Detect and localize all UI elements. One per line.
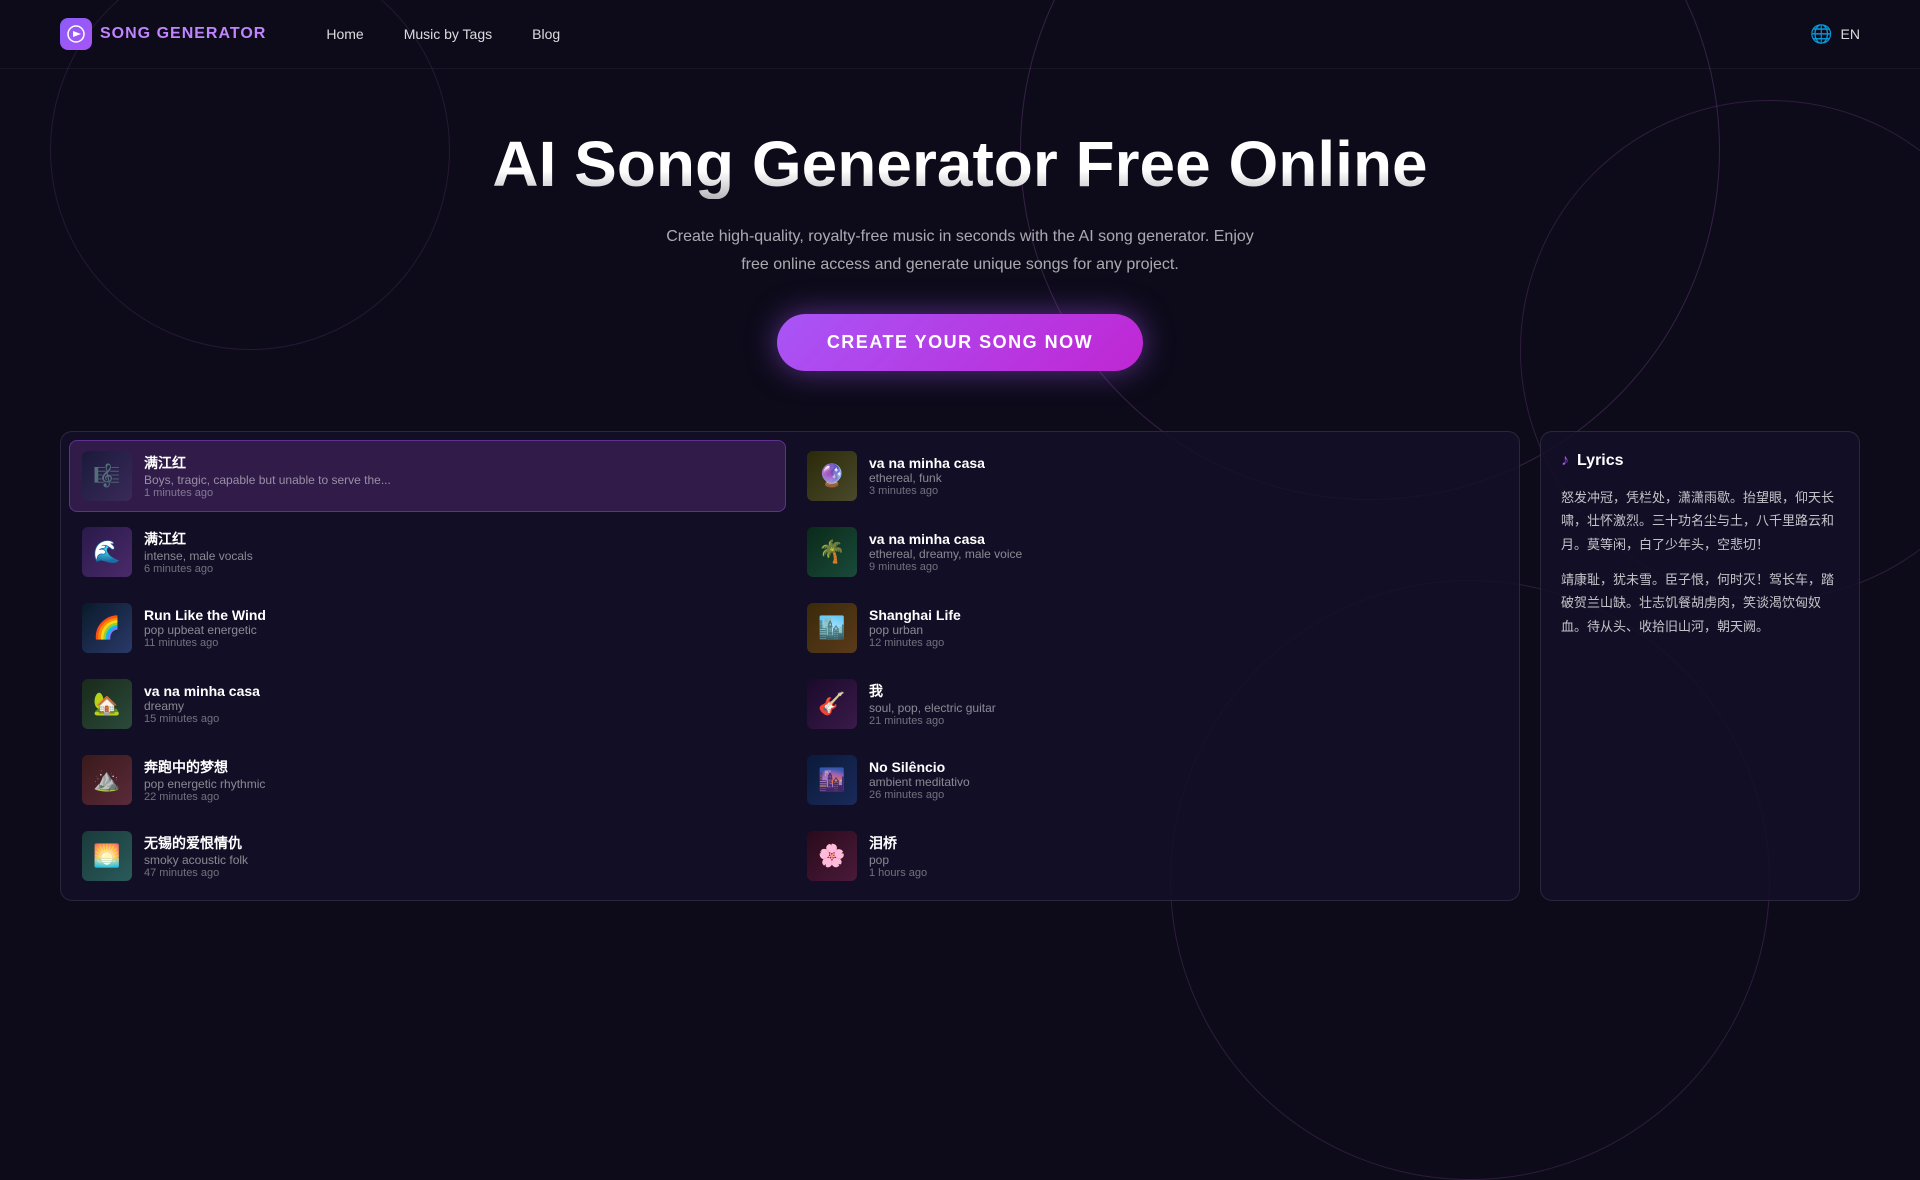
lyrics-paragraph: 怒发冲冠，凭栏处，潇潇雨歇。抬望眼，仰天长啸，壮怀激烈。三十功名尘与土，八千里路… (1561, 486, 1839, 556)
song-title: 泪桥 (869, 833, 1498, 853)
lyrics-content: 怒发冲冠，凭栏处，潇潇雨歇。抬望眼，仰天长啸，壮怀激烈。三十功名尘与土，八千里路… (1561, 486, 1839, 638)
song-thumb: 🌸 (807, 831, 857, 881)
song-title: 满江红 (144, 529, 773, 549)
song-title: 奔跑中的梦想 (144, 757, 773, 777)
song-info: va na minha casa dreamy 15 minutes ago (144, 683, 773, 725)
song-time: 12 minutes ago (869, 637, 1498, 649)
song-info: va na minha casa ethereal, dreamy, male … (869, 531, 1498, 573)
song-thumb: 🏡 (82, 679, 132, 729)
song-time: 15 minutes ago (144, 713, 773, 725)
song-item-left-5[interactable]: 🌅 无锡的爱恨情仇 smoky acoustic folk 47 minutes… (69, 820, 786, 892)
nav-music-by-tags[interactable]: Music by Tags (404, 26, 492, 42)
song-tags: ambient meditativo (869, 775, 1498, 789)
hero-section: AI Song Generator Free Online Create hig… (0, 69, 1920, 411)
song-tags: pop energetic rhythmic (144, 777, 773, 791)
song-info: Run Like the Wind pop upbeat energetic 1… (144, 607, 773, 649)
song-info: 满江红 intense, male vocals 6 minutes ago (144, 529, 773, 575)
song-item-left-2[interactable]: 🌈 Run Like the Wind pop upbeat energetic… (69, 592, 786, 664)
globe-icon: 🌐 (1810, 24, 1832, 45)
song-time: 47 minutes ago (144, 867, 773, 879)
song-title: 无锡的爱恨情仇 (144, 833, 773, 853)
song-time: 1 minutes ago (144, 487, 773, 499)
hero-title: AI Song Generator Free Online (20, 129, 1900, 199)
nav-links: Home Music by Tags Blog (326, 26, 1810, 42)
song-item-right-1[interactable]: 🌴 va na minha casa ethereal, dreamy, mal… (794, 516, 1511, 588)
song-item-left-3[interactable]: 🏡 va na minha casa dreamy 15 minutes ago (69, 668, 786, 740)
song-tags: pop upbeat energetic (144, 623, 773, 637)
lyrics-header: ♪ Lyrics (1561, 452, 1839, 470)
song-columns: 🎼 满江红 Boys, tragic, capable but unable t… (69, 440, 1511, 892)
song-time: 11 minutes ago (144, 637, 773, 649)
lyrics-paragraph: 靖康耻，犹未雪。臣子恨，何时灭！驾长车，踏破贺兰山缺。壮志饥餐胡虏肉，笑谈渴饮匈… (1561, 568, 1839, 638)
song-thumb: 🎸 (807, 679, 857, 729)
cta-button[interactable]: CREATE YOUR SONG NOW (777, 314, 1143, 371)
nav-right: 🌐 EN (1810, 24, 1860, 45)
lyrics-icon: ♪ (1561, 452, 1569, 470)
song-title: va na minha casa (869, 455, 1498, 471)
song-list-container: 🎼 满江红 Boys, tragic, capable but unable t… (60, 431, 1520, 901)
song-title: Shanghai Life (869, 607, 1498, 623)
logo-text: SONG GENERATOR (100, 25, 266, 43)
song-tags: soul, pop, electric guitar (869, 701, 1498, 715)
navbar: SONG GENERATOR Home Music by Tags Blog 🌐… (0, 0, 1920, 69)
song-thumb: 🏙️ (807, 603, 857, 653)
song-tags: dreamy (144, 699, 773, 713)
main-content: 🎼 满江红 Boys, tragic, capable but unable t… (0, 411, 1920, 921)
song-thumb: 🌊 (82, 527, 132, 577)
song-tags: ethereal, dreamy, male voice (869, 547, 1498, 561)
song-item-left-4[interactable]: ⛰️ 奔跑中的梦想 pop energetic rhythmic 22 minu… (69, 744, 786, 816)
song-time: 6 minutes ago (144, 563, 773, 575)
song-thumb: 🌴 (807, 527, 857, 577)
song-time: 1 hours ago (869, 867, 1498, 879)
song-time: 21 minutes ago (869, 715, 1498, 727)
song-tags: Boys, tragic, capable but unable to serv… (144, 473, 773, 487)
logo[interactable]: SONG GENERATOR (60, 18, 266, 50)
song-tags: pop (869, 853, 1498, 867)
song-title: Run Like the Wind (144, 607, 773, 623)
song-info: Shanghai Life pop urban 12 minutes ago (869, 607, 1498, 649)
song-info: 满江红 Boys, tragic, capable but unable to … (144, 453, 773, 499)
song-column-right: 🔮 va na minha casa ethereal, funk 3 minu… (794, 440, 1511, 892)
song-thumb: 🎼 (82, 451, 132, 501)
song-tags: intense, male vocals (144, 549, 773, 563)
song-time: 26 minutes ago (869, 789, 1498, 801)
song-tags: ethereal, funk (869, 471, 1498, 485)
song-column-left: 🎼 满江红 Boys, tragic, capable but unable t… (69, 440, 786, 892)
song-info: 无锡的爱恨情仇 smoky acoustic folk 47 minutes a… (144, 833, 773, 879)
song-info: 泪桥 pop 1 hours ago (869, 833, 1498, 879)
lang-label[interactable]: EN (1841, 26, 1860, 42)
song-thumb: ⛰️ (82, 755, 132, 805)
song-title: No Silêncio (869, 759, 1498, 775)
nav-home[interactable]: Home (326, 26, 363, 42)
nav-blog[interactable]: Blog (532, 26, 560, 42)
song-thumb: 🌈 (82, 603, 132, 653)
song-thumb: 🌆 (807, 755, 857, 805)
song-tags: pop urban (869, 623, 1498, 637)
song-info: 我 soul, pop, electric guitar 21 minutes … (869, 681, 1498, 727)
song-item-right-2[interactable]: 🏙️ Shanghai Life pop urban 12 minutes ag… (794, 592, 1511, 664)
song-info: No Silêncio ambient meditativo 26 minute… (869, 759, 1498, 801)
song-item-right-0[interactable]: 🔮 va na minha casa ethereal, funk 3 minu… (794, 440, 1511, 512)
song-time: 3 minutes ago (869, 485, 1498, 497)
lyrics-panel: ♪ Lyrics 怒发冲冠，凭栏处，潇潇雨歇。抬望眼，仰天长啸，壮怀激烈。三十功… (1540, 431, 1860, 901)
song-item-right-5[interactable]: 🌸 泪桥 pop 1 hours ago (794, 820, 1511, 892)
song-thumb: 🔮 (807, 451, 857, 501)
song-info: va na minha casa ethereal, funk 3 minute… (869, 455, 1498, 497)
song-title: va na minha casa (869, 531, 1498, 547)
logo-icon (60, 18, 92, 50)
song-title: 我 (869, 681, 1498, 701)
song-time: 9 minutes ago (869, 561, 1498, 573)
song-info: 奔跑中的梦想 pop energetic rhythmic 22 minutes… (144, 757, 773, 803)
song-title: va na minha casa (144, 683, 773, 699)
song-item-left-1[interactable]: 🌊 满江红 intense, male vocals 6 minutes ago (69, 516, 786, 588)
song-thumb: 🌅 (82, 831, 132, 881)
song-tags: smoky acoustic folk (144, 853, 773, 867)
song-item-left-0[interactable]: 🎼 满江红 Boys, tragic, capable but unable t… (69, 440, 786, 512)
song-title: 满江红 (144, 453, 773, 473)
song-time: 22 minutes ago (144, 791, 773, 803)
hero-subtitle: Create high-quality, royalty-free music … (660, 223, 1260, 277)
song-item-right-4[interactable]: 🌆 No Silêncio ambient meditativo 26 minu… (794, 744, 1511, 816)
song-item-right-3[interactable]: 🎸 我 soul, pop, electric guitar 21 minute… (794, 668, 1511, 740)
lyrics-title: Lyrics (1577, 452, 1624, 470)
